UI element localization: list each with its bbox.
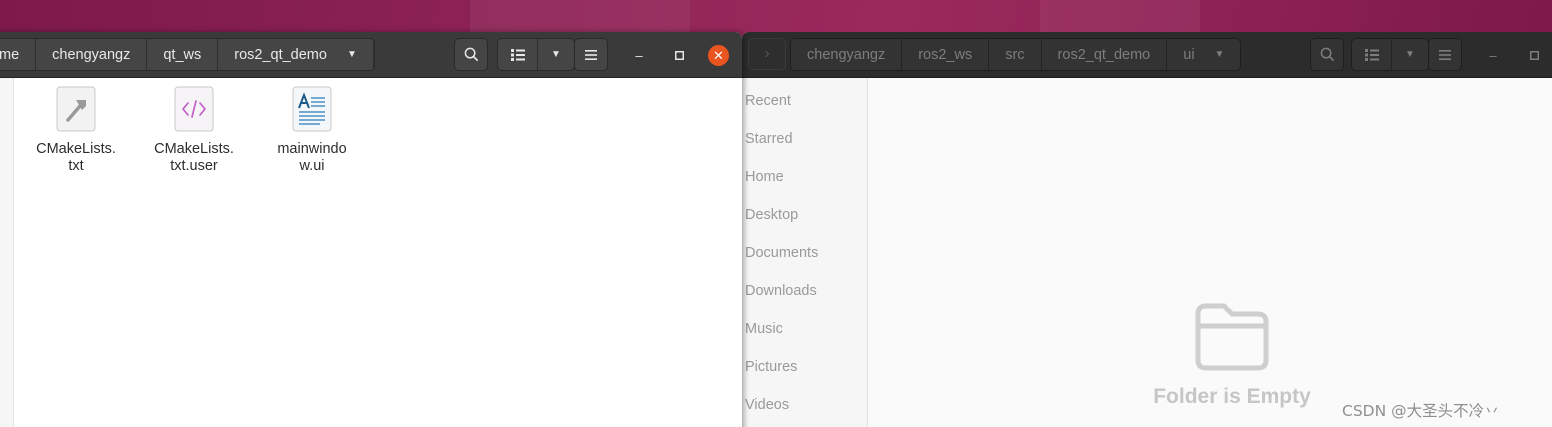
close-button[interactable]: ✕ bbox=[708, 45, 729, 66]
minimize-icon: – bbox=[1489, 47, 1497, 63]
sidebar-item-home[interactable]: Home bbox=[745, 169, 784, 185]
wallpaper-stripe bbox=[1040, 0, 1200, 34]
breadcrumb-item[interactable]: qt_ws bbox=[147, 39, 219, 70]
headerbar: me chengyangz qt_ws ros2_qt_demo ▼ ▼ – ✕ bbox=[0, 32, 742, 78]
breadcrumb-item[interactable]: ros2_qt_demo bbox=[1041, 39, 1168, 70]
file-item[interactable]: CMakeLists.txt bbox=[21, 86, 131, 175]
file-name: CMakeLists.txt bbox=[36, 141, 116, 174]
folder-icon bbox=[1195, 303, 1269, 371]
maximize-icon bbox=[674, 50, 684, 60]
sidebar-item-recent[interactable]: Recent bbox=[745, 93, 791, 109]
breadcrumb-item-current[interactable]: ui ▼ bbox=[1167, 39, 1241, 70]
breadcrumb-item[interactable]: me bbox=[0, 39, 37, 70]
sidebar-item-starred[interactable]: Starred bbox=[745, 131, 793, 147]
minimize-icon: – bbox=[635, 47, 643, 63]
view-options: ▼ bbox=[1351, 38, 1429, 71]
file-name: mainwindow.ui bbox=[277, 141, 347, 174]
breadcrumb: chengyangz ros2_ws src ros2_qt_demo ui ▼ bbox=[790, 38, 1242, 71]
breadcrumb-item[interactable]: src bbox=[989, 39, 1042, 70]
breadcrumb: me chengyangz qt_ws ros2_qt_demo ▼ bbox=[0, 38, 375, 71]
minimize-button[interactable]: – bbox=[1480, 42, 1506, 68]
headerbar: › chengyangz ros2_ws src ros2_qt_demo ui… bbox=[742, 32, 1552, 78]
caret-down-icon: ▼ bbox=[551, 49, 561, 60]
view-menu-button[interactable]: ▼ bbox=[1392, 39, 1428, 70]
sidebar-item-desktop[interactable]: Desktop bbox=[745, 207, 798, 223]
breadcrumb-item-label: ros2_qt_demo bbox=[234, 46, 327, 63]
search-button[interactable] bbox=[454, 38, 488, 71]
main-menu-button[interactable] bbox=[1428, 38, 1462, 71]
wallpaper-stripe bbox=[470, 0, 690, 34]
caret-down-icon: ▼ bbox=[1214, 49, 1225, 60]
sidebar-item-downloads[interactable]: Downloads bbox=[745, 283, 817, 299]
chevron-right-icon: › bbox=[764, 45, 770, 62]
breadcrumb-item[interactable]: chengyangz bbox=[791, 39, 903, 70]
file-item[interactable]: CMakeLists.txt.user bbox=[139, 86, 249, 175]
search-icon bbox=[464, 47, 478, 62]
list-view-icon bbox=[1364, 48, 1379, 61]
hamburger-menu-icon bbox=[1439, 49, 1451, 60]
hamburger-menu-icon bbox=[585, 49, 597, 60]
maximize-button[interactable] bbox=[666, 42, 692, 68]
empty-folder-message: Folder is Empty bbox=[1153, 385, 1311, 408]
file-name: CMakeLists.txt.user bbox=[154, 141, 234, 174]
breadcrumb-item[interactable]: ros2_ws bbox=[902, 39, 990, 70]
minimize-button[interactable]: – bbox=[626, 42, 652, 68]
code-file-icon bbox=[174, 86, 214, 132]
search-icon bbox=[1320, 47, 1334, 62]
breadcrumb-item-current[interactable]: ros2_qt_demo ▼ bbox=[218, 39, 374, 70]
main-menu-button[interactable] bbox=[574, 38, 608, 71]
breadcrumb-item[interactable]: chengyangz bbox=[36, 39, 148, 70]
places-sidebar: Recent Starred Home Desktop Documents Do… bbox=[742, 78, 868, 427]
list-view-icon bbox=[510, 48, 525, 61]
forward-button[interactable]: › bbox=[748, 38, 786, 70]
file-item[interactable]: mainwindow.ui bbox=[257, 86, 367, 175]
sidebar-item-pictures[interactable]: Pictures bbox=[745, 359, 797, 375]
cmake-file-icon bbox=[56, 86, 96, 132]
places-sidebar bbox=[0, 78, 14, 427]
caret-down-icon: ▼ bbox=[1405, 49, 1415, 60]
close-icon: ✕ bbox=[713, 47, 724, 63]
watermark: CSDN @大圣头不冷丷 bbox=[1342, 402, 1500, 420]
files-window-inactive[interactable]: › chengyangz ros2_ws src ros2_qt_demo ui… bbox=[742, 32, 1552, 427]
list-view-button[interactable] bbox=[1352, 39, 1392, 70]
files-window-active[interactable]: me chengyangz qt_ws ros2_qt_demo ▼ ▼ – ✕ bbox=[0, 32, 742, 427]
sidebar-item-videos[interactable]: Videos bbox=[745, 397, 789, 413]
view-menu-button[interactable]: ▼ bbox=[538, 39, 574, 70]
list-view-button[interactable] bbox=[498, 39, 538, 70]
view-options: ▼ bbox=[497, 38, 575, 71]
sidebar-item-documents[interactable]: Documents bbox=[745, 245, 818, 261]
caret-down-icon: ▼ bbox=[346, 49, 357, 60]
sidebar-item-music[interactable]: Music bbox=[745, 321, 783, 337]
breadcrumb-item-label: ui bbox=[1183, 46, 1195, 63]
document-file-icon bbox=[292, 86, 332, 132]
search-button[interactable] bbox=[1310, 38, 1344, 71]
maximize-button[interactable] bbox=[1521, 42, 1547, 68]
maximize-icon bbox=[1529, 50, 1539, 60]
